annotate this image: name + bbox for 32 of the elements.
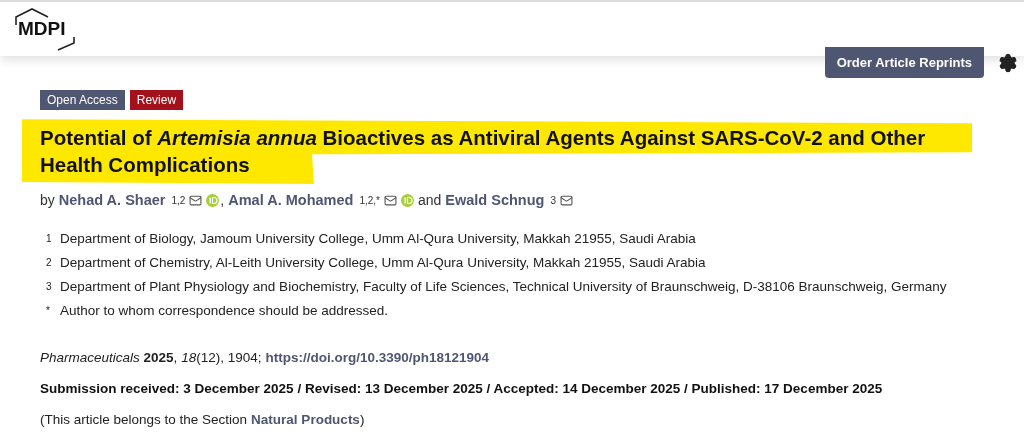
affiliation-mark: 2 — [45, 256, 53, 270]
byline-text: , — [220, 192, 225, 208]
section-text: ) — [359, 412, 365, 427]
article-badge: Review — [129, 90, 184, 110]
settings-icon[interactable] — [998, 52, 1018, 73]
order-reprints-button[interactable]: Order Article Reprints — [824, 47, 984, 78]
affiliation-mark: 3 — [45, 280, 53, 294]
affiliation-text: Department of Chemistry, Al-Leith University College, Umm Al-Qura University, Makkah 21955, Saudi Arabia — [60, 254, 706, 272]
logo[interactable]: MDPI — [18, 18, 66, 40]
affiliation-text: Department of Plant Physiology and Biochemistry, Faculty of Life Sciences, Technical University of Braunschweig, D-38106 Braunschweig, Germany — [60, 278, 947, 296]
email-icon[interactable] — [560, 193, 573, 207]
section-link[interactable]: Natural Products — [251, 412, 360, 427]
article-badge: Open Access — [40, 90, 125, 110]
email-icon[interactable] — [189, 193, 203, 207]
author-link[interactable]: Ewald Schnug — [445, 192, 545, 208]
affiliation-mark: 1 — [45, 232, 53, 246]
article-title: Potential of Artemisia annua Bioactives as Antiviral Agents Against SARS-CoV-2 and Other Health Complications — [22, 118, 972, 184]
affiliation-mark: 1,2 — [171, 194, 186, 206]
byline-text: and — [417, 192, 442, 208]
affiliation-mark: 3 — [550, 194, 556, 206]
affiliation-mark: 1,2,* — [359, 194, 380, 206]
section-text: (This article belongs to the Section — [40, 412, 248, 427]
email-icon[interactable] — [383, 193, 397, 207]
doi-link[interactable]: https://doi.org/10.3390/ph18121904 — [265, 350, 490, 365]
author-link[interactable]: Amal A. Mohamed — [228, 192, 354, 208]
byline-text: by — [40, 192, 55, 208]
citation-text: Pharmaceuticals 2025, 18(12), 1904; — [40, 350, 262, 365]
author-link[interactable]: Nehad A. Shaer — [58, 192, 166, 208]
publication-dates: Submission received: 3 December 2025 / Revised: 13 December 2025 / Accepted: 14 December 2025 / Published: 17 December 2025 — [40, 381, 884, 396]
affiliation-text: Author to whom correspondence should be addressed. — [60, 302, 388, 320]
affiliation-mark: * — [45, 304, 51, 318]
affiliation-text: Department of Biology, Jamoum University College, Umm Al-Qura University, Makkah 21955, Saudi Arabia — [60, 230, 696, 248]
